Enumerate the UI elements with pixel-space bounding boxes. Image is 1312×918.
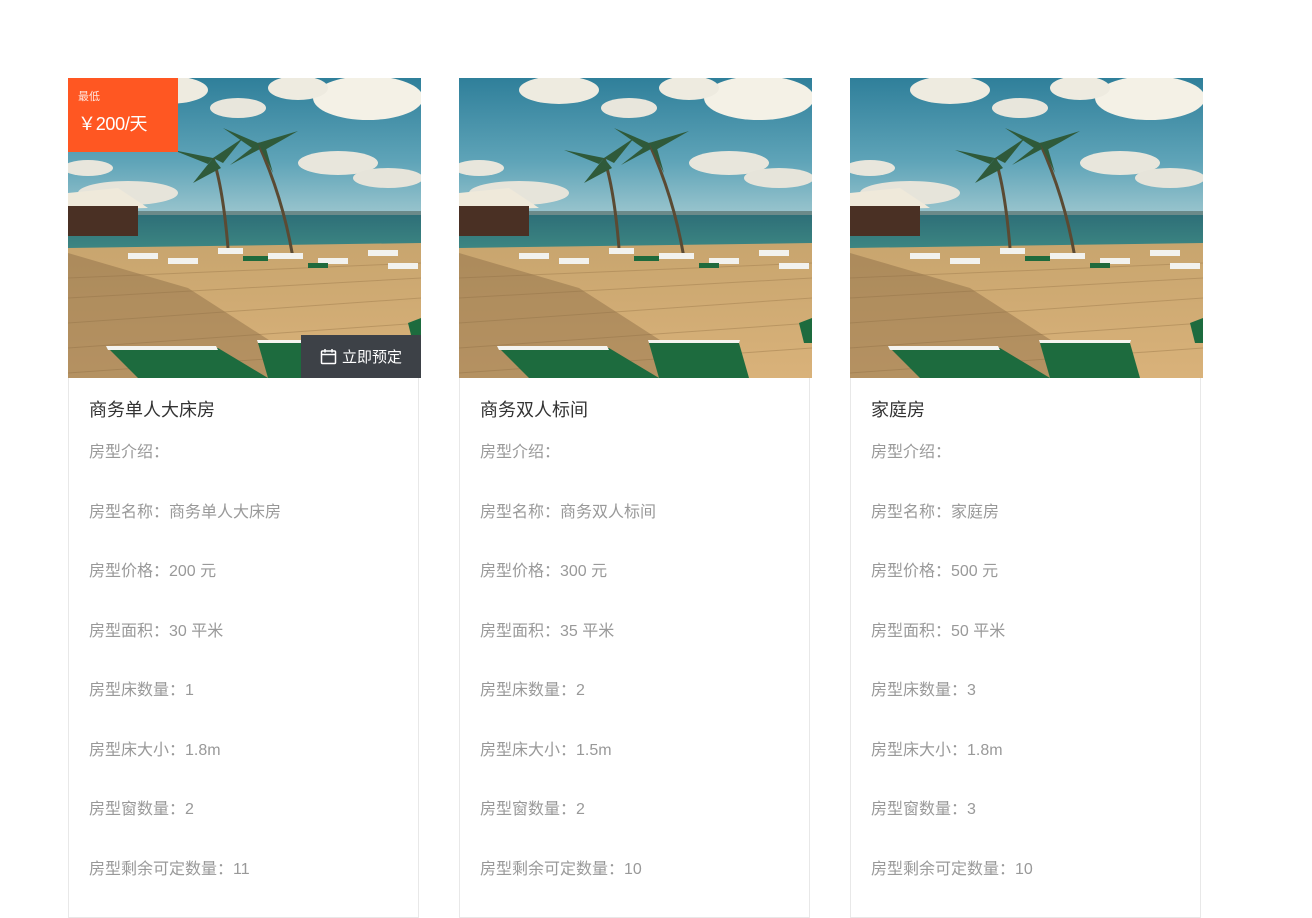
- room-price: 房型价格：200 元: [89, 563, 217, 580]
- room-title[interactable]: 商务单人大床房: [89, 398, 418, 422]
- book-now-button[interactable]: 立即预定: [301, 335, 421, 378]
- room-photo: 最低 ￥200/天 立即预定: [68, 78, 421, 378]
- book-now-label: 立即预定: [341, 349, 402, 366]
- room-window-count: 房型窗数量：2: [480, 801, 585, 818]
- room-area: 房型面积：35 平米: [480, 622, 615, 640]
- room-name: 房型名称：商务单人大床房: [89, 503, 282, 521]
- room-available-count: 房型剩余可定数量：11: [89, 860, 250, 878]
- room-intro: 房型介绍：: [871, 444, 952, 461]
- min-price-label: 最低: [78, 91, 100, 103]
- room-bed-count: 房型床数量：3: [871, 682, 976, 699]
- room-price: 房型价格：500 元: [871, 563, 999, 580]
- room-details: 房型介绍： 房型名称：商务单人大床房 房型价格：200 元 房型面积：30 平米…: [89, 441, 418, 917]
- room-photo: [459, 78, 812, 378]
- room-bed-count: 房型床数量：2: [480, 682, 585, 699]
- room-card: 最低 ￥200/天 立即预定 商务单人大床房 房型介绍： 房型名称：商务单人大床…: [68, 78, 421, 918]
- room-details: 房型介绍： 房型名称：家庭房 房型价格：500 元 房型面积：50 平米 房型床…: [871, 441, 1200, 917]
- room-area: 房型面积：30 平米: [89, 622, 224, 640]
- room-window-count: 房型窗数量：2: [89, 801, 194, 818]
- min-price-value: ￥200/天: [78, 114, 148, 134]
- room-name: 房型名称：家庭房: [871, 503, 1000, 521]
- room-intro: 房型介绍：: [89, 444, 170, 461]
- room-bed-size: 房型床大小：1.5m: [480, 741, 612, 759]
- room-card: 家庭房 房型介绍： 房型名称：家庭房 房型价格：500 元 房型面积：50 平米…: [850, 78, 1201, 918]
- room-name: 房型名称：商务双人标间: [480, 503, 657, 521]
- room-title[interactable]: 商务双人标间: [480, 398, 809, 422]
- room-price: 房型价格：300 元: [480, 563, 608, 580]
- room-window-count: 房型窗数量：3: [871, 801, 976, 818]
- room-grid: 最低 ￥200/天 立即预定 商务单人大床房 房型介绍： 房型名称：商务单人大床…: [68, 78, 1201, 918]
- room-intro: 房型介绍：: [480, 444, 561, 461]
- room-card: 商务双人标间 房型介绍： 房型名称：商务双人标间 房型价格：300 元 房型面积…: [459, 78, 810, 918]
- room-available-count: 房型剩余可定数量：10: [871, 860, 1033, 878]
- room-area: 房型面积：50 平米: [871, 622, 1006, 640]
- calendar-icon: [320, 348, 337, 365]
- room-title[interactable]: 家庭房: [871, 398, 1200, 422]
- room-photo: [850, 78, 1203, 378]
- room-bed-size: 房型床大小：1.8m: [871, 741, 1003, 759]
- room-bed-size: 房型床大小：1.8m: [89, 741, 221, 759]
- room-bed-count: 房型床数量：1: [89, 682, 194, 699]
- min-price-tag: 最低 ￥200/天: [68, 78, 178, 152]
- room-details: 房型介绍： 房型名称：商务双人标间 房型价格：300 元 房型面积：35 平米 …: [480, 441, 809, 917]
- room-available-count: 房型剩余可定数量：10: [480, 860, 642, 878]
